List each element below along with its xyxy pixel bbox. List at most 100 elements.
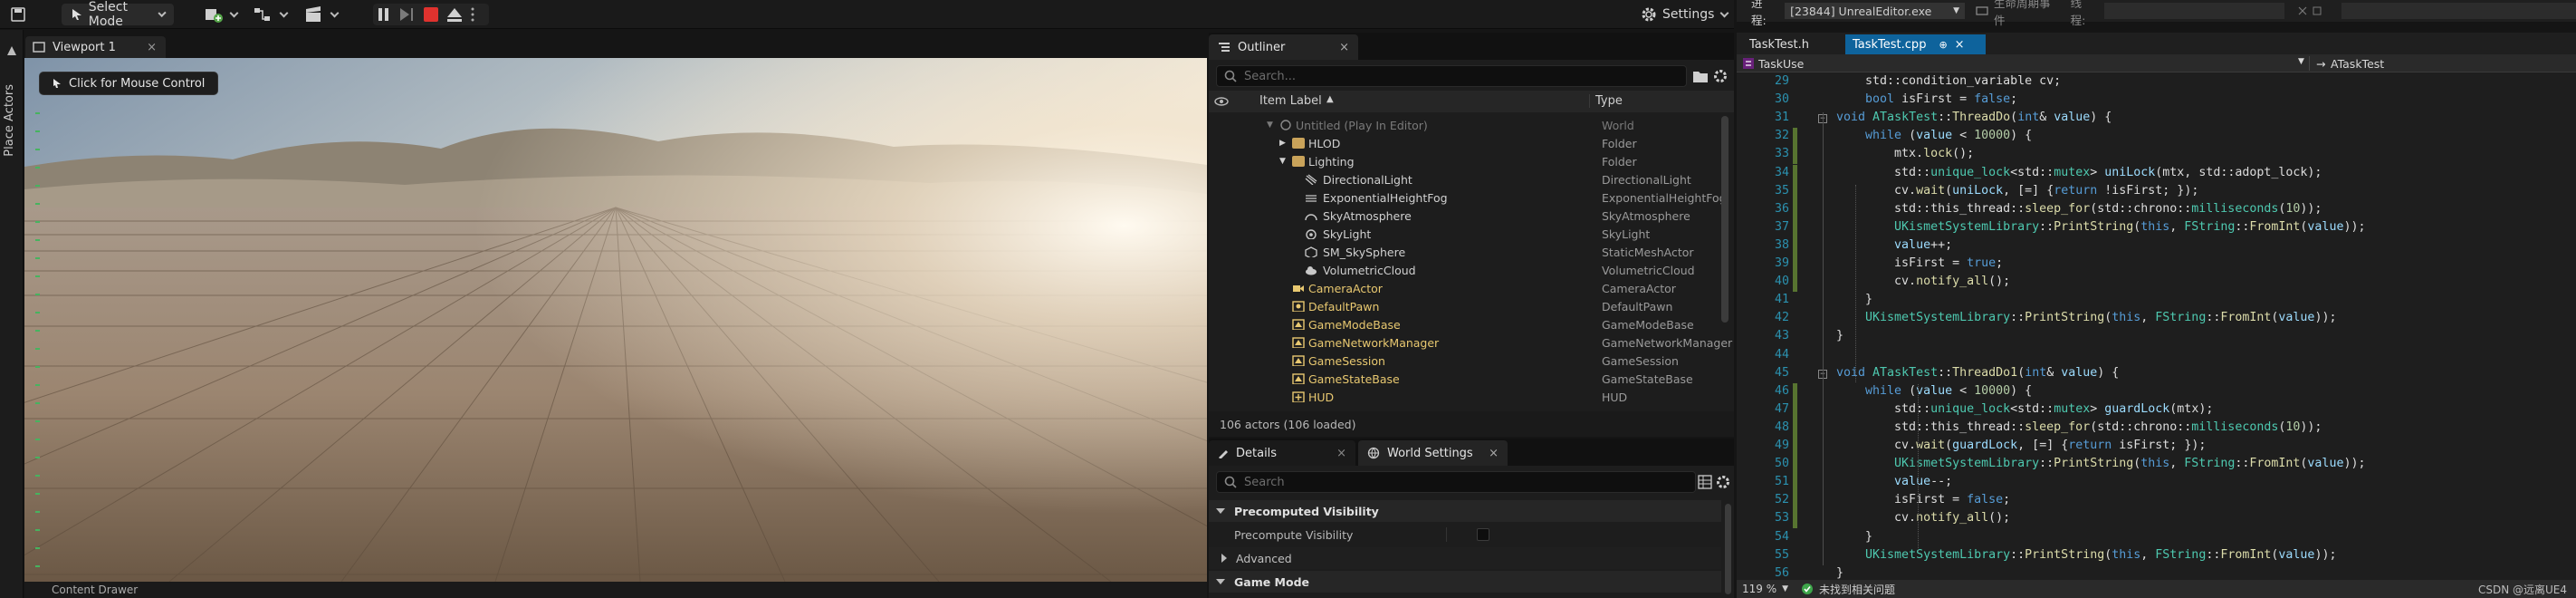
- code-line[interactable]: mtx.lock();: [1836, 147, 1974, 160]
- cinematics-button[interactable]: [304, 4, 340, 25]
- tab-tasktest-h[interactable]: TaskTest.h: [1740, 34, 1818, 54]
- outliner-row-actor[interactable]: GameStateBase GameStateBase: [1216, 370, 1723, 388]
- section-advanced[interactable]: Advanced: [1209, 547, 1721, 569]
- code-line[interactable]: isFirst = true;: [1836, 256, 2003, 270]
- select-mode-dropdown[interactable]: Select Mode: [62, 0, 174, 29]
- code-line[interactable]: value++;: [1836, 238, 1952, 252]
- code-line[interactable]: UKismetSystemLibrary::PrintString(this, …: [1836, 220, 2365, 234]
- code-editor[interactable]: 29 std::condition_variable cv; 30 bool is…: [1737, 72, 2576, 580]
- grid-view-icon[interactable]: [1698, 475, 1712, 489]
- details-tab-label: Details: [1236, 446, 1278, 460]
- close-icon[interactable]: ×: [147, 41, 157, 54]
- col-item-label[interactable]: Item Label: [1259, 94, 1322, 108]
- expand-arrow-icon[interactable]: ▼: [1279, 157, 1286, 166]
- code-line[interactable]: while (value < 10000) {: [1836, 129, 2032, 142]
- gear-icon[interactable]: [1713, 69, 1728, 83]
- issues-status[interactable]: 未找到相关问题: [1819, 582, 1895, 597]
- zoom-level[interactable]: 119 %: [1742, 583, 1776, 595]
- section-precomputed-visibility[interactable]: Precomputed Visibility: [1209, 500, 1721, 522]
- code-line[interactable]: bool isFirst = false;: [1836, 92, 2017, 106]
- code-line[interactable]: cv.notify_all();: [1836, 511, 2010, 525]
- gear-icon[interactable]: [1716, 475, 1730, 489]
- thread-dropdown[interactable]: [2103, 3, 2284, 19]
- outliner-row-actor[interactable]: DirectionalLight DirectionalLight: [1216, 170, 1723, 188]
- code-line[interactable]: std::this_thread::sleep_for(std::chrono:…: [1836, 420, 2322, 434]
- expand-arrow-icon[interactable]: ▶: [1279, 139, 1286, 148]
- outliner-row-actor[interactable]: ExponentialHeightFog ExponentialHeightFo…: [1216, 188, 1727, 207]
- tab-outliner[interactable]: Outliner ×: [1209, 34, 1358, 60]
- stack-frame-dropdown[interactable]: [2341, 3, 2576, 19]
- camera-icon: [1293, 285, 1304, 292]
- code-line[interactable]: std::unique_lock<std::mutex> uniLock(mtx…: [1836, 166, 2322, 179]
- line-number: 33: [1774, 147, 1789, 161]
- code-line[interactable]: std::this_thread::sleep_for(std::chrono:…: [1836, 202, 2322, 216]
- outliner-row-actor[interactable]: VolumetricCloud VolumetricCloud: [1216, 261, 1723, 279]
- code-line[interactable]: void ATaskTest::ThreadDo1(int& value) {: [1836, 366, 2119, 380]
- code-line[interactable]: UKismetSystemLibrary::PrintString(this, …: [1836, 311, 2336, 324]
- outliner-row-actor[interactable]: CameraActor CameraActor: [1216, 279, 1723, 297]
- outliner-scrollbar[interactable]: [1721, 116, 1729, 323]
- outliner-search-input[interactable]: Search...: [1216, 65, 1687, 87]
- tab-viewport[interactable]: Viewport 1 ×: [25, 36, 166, 58]
- code-line[interactable]: value--;: [1836, 475, 1952, 488]
- code-line[interactable]: UKismetSystemLibrary::PrintString(this, …: [1836, 457, 2365, 470]
- section-game-mode[interactable]: Game Mode: [1209, 571, 1721, 593]
- chevron-down-icon: ▼: [1782, 584, 1789, 593]
- content-drawer-bar[interactable]: Content Drawer: [24, 582, 1207, 598]
- tab-tasktest-cpp[interactable]: TaskTest.cpp ⊕ ×: [1845, 34, 1986, 54]
- close-icon[interactable]: ×: [1955, 38, 1965, 52]
- save-icon[interactable]: [11, 4, 25, 25]
- add-content-button[interactable]: [204, 4, 239, 25]
- outliner-row-actor[interactable]: GameModeBase GameModeBase: [1216, 315, 1723, 333]
- outliner-row-actor[interactable]: DefaultPawn DefaultPawn: [1216, 297, 1723, 315]
- close-icon[interactable]: ×: [1489, 447, 1499, 460]
- code-line[interactable]: }: [1836, 329, 1843, 342]
- outliner-row-world[interactable]: ▼ Untitled (Play In Editor) World: [1216, 116, 1723, 134]
- outliner-row-actor[interactable]: SkyAtmosphere SkyAtmosphere: [1216, 207, 1723, 225]
- outliner-row-actor[interactable]: SM_SkySphere StaticMeshActor: [1216, 243, 1723, 261]
- mouse-control-button[interactable]: Click for Mouse Control: [40, 72, 218, 94]
- code-line[interactable]: std::unique_lock<std::mutex> guardLock(m…: [1836, 402, 2213, 416]
- col-type[interactable]: Type: [1589, 94, 1623, 108]
- tab-world-settings[interactable]: World Settings ×: [1358, 440, 1508, 466]
- tab-details[interactable]: Details ×: [1209, 440, 1355, 466]
- code-line[interactable]: }: [1836, 530, 1872, 544]
- code-line[interactable]: while (value < 10000) {: [1836, 384, 2032, 398]
- process-dropdown[interactable]: [23844] UnrealEditor.exe ▼: [1785, 3, 1966, 19]
- details-scrollbar[interactable]: [1725, 504, 1731, 594]
- code-line[interactable]: void ATaskTest::ThreadDo(int& value) {: [1836, 111, 2112, 124]
- row-label: ExponentialHeightFog: [1323, 190, 1448, 205]
- outliner-row-folder[interactable]: ▶ HLOD Folder: [1216, 134, 1723, 152]
- code-line[interactable]: }: [1836, 566, 1843, 580]
- line-number: 39: [1774, 256, 1789, 270]
- class-scope[interactable]: ATaskTest: [2331, 57, 2384, 71]
- outliner-row-actor[interactable]: SkyLight SkyLight: [1216, 225, 1723, 243]
- details-search-input[interactable]: Search: [1216, 471, 1696, 493]
- pin-icon[interactable]: ⊕: [1939, 39, 1947, 51]
- expand-arrow-icon[interactable]: ▼: [1267, 121, 1273, 130]
- row-type: DefaultPawn: [1602, 299, 1673, 313]
- add-folder-icon[interactable]: [1692, 69, 1709, 83]
- close-icon[interactable]: ×: [1336, 447, 1346, 460]
- static-mesh-icon: [1305, 246, 1317, 257]
- arrow-icon: →: [2316, 57, 2326, 71]
- level-viewport[interactable]: [24, 58, 1207, 582]
- close-icon[interactable]: ×: [1339, 41, 1349, 54]
- lifecycle-label[interactable]: 生命周期事件: [1994, 0, 2062, 28]
- precompute-visibility-checkbox[interactable]: [1477, 528, 1489, 541]
- code-line[interactable]: isFirst = false;: [1836, 493, 2010, 506]
- eye-icon[interactable]: [1214, 96, 1229, 107]
- code-line[interactable]: cv.wait(uniLock, [=] {return !isFirst; }…: [1836, 184, 2198, 198]
- blueprints-button[interactable]: [254, 4, 289, 25]
- project-scope[interactable]: TaskUse: [1758, 57, 1804, 71]
- code-line[interactable]: std::condition_variable cv;: [1836, 74, 2061, 88]
- code-line[interactable]: UKismetSystemLibrary::PrintString(this, …: [1836, 548, 2336, 562]
- place-actors-strip[interactable]: Place Actors: [0, 30, 24, 598]
- outliner-row-actor[interactable]: HUD HUD: [1216, 388, 1723, 406]
- settings-button[interactable]: Settings: [1641, 4, 1729, 25]
- outliner-row-actor[interactable]: GameSession GameSession: [1216, 352, 1723, 370]
- outliner-row-actor[interactable]: GameNetworkManager GameNetworkManager: [1216, 333, 1732, 352]
- code-line[interactable]: cv.wait(guardLock, [=] {return isFirst; …: [1836, 439, 2206, 452]
- code-line[interactable]: cv.notify_all();: [1836, 275, 2010, 288]
- outliner-row-folder[interactable]: ▼ Lighting Folder: [1216, 152, 1723, 170]
